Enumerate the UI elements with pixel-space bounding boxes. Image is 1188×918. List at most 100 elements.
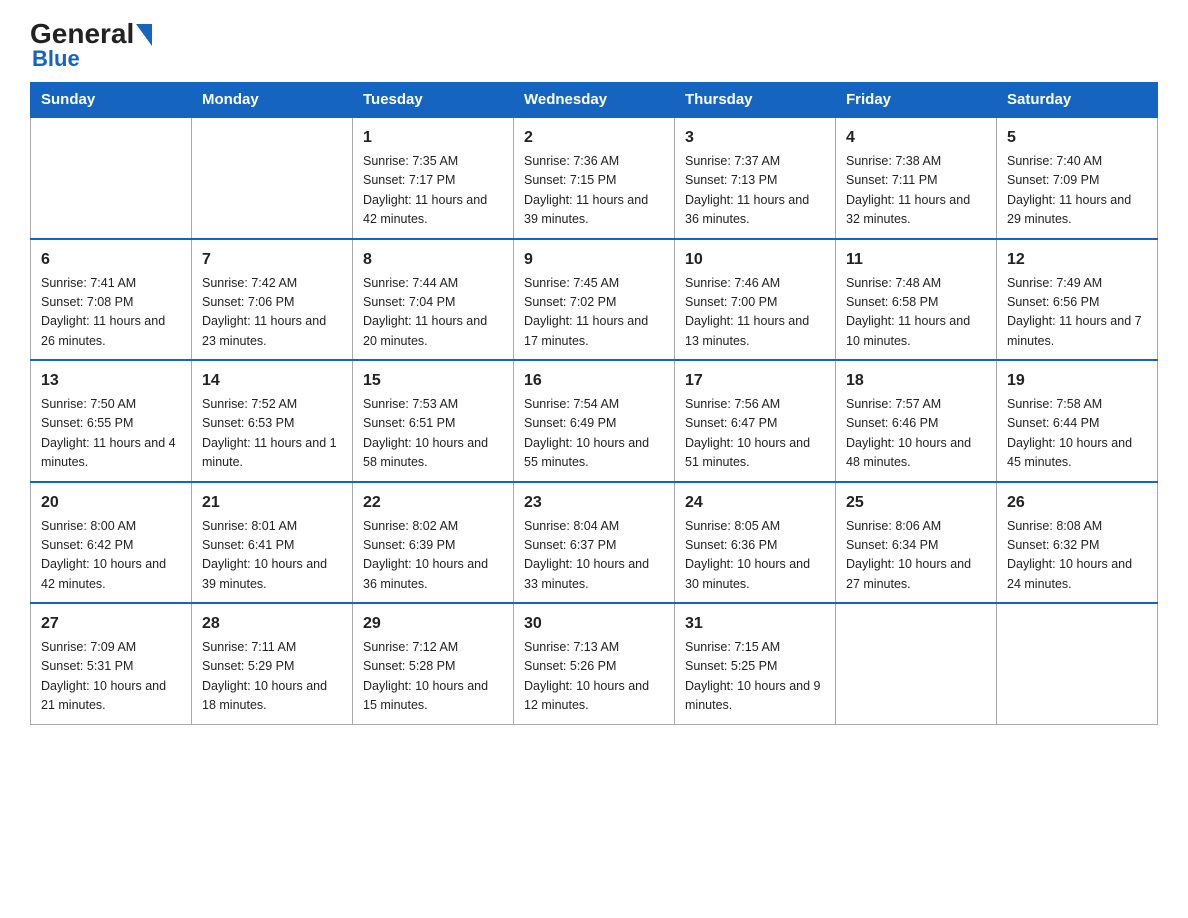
calendar-cell: 19Sunrise: 7:58 AM Sunset: 6:44 PM Dayli…: [997, 360, 1158, 482]
day-info: Sunrise: 7:11 AM Sunset: 5:29 PM Dayligh…: [202, 638, 342, 716]
day-info: Sunrise: 7:46 AM Sunset: 7:00 PM Dayligh…: [685, 274, 825, 352]
calendar-cell: 26Sunrise: 8:08 AM Sunset: 6:32 PM Dayli…: [997, 482, 1158, 604]
calendar-header-friday: Friday: [836, 83, 997, 118]
day-number: 13: [41, 369, 181, 393]
day-info: Sunrise: 7:40 AM Sunset: 7:09 PM Dayligh…: [1007, 152, 1147, 230]
calendar-cell: [31, 117, 192, 239]
calendar-week-row: 1Sunrise: 7:35 AM Sunset: 7:17 PM Daylig…: [31, 117, 1158, 239]
day-info: Sunrise: 7:45 AM Sunset: 7:02 PM Dayligh…: [524, 274, 664, 352]
day-info: Sunrise: 7:56 AM Sunset: 6:47 PM Dayligh…: [685, 395, 825, 473]
calendar-cell: 25Sunrise: 8:06 AM Sunset: 6:34 PM Dayli…: [836, 482, 997, 604]
calendar-table: SundayMondayTuesdayWednesdayThursdayFrid…: [30, 82, 1158, 725]
day-number: 8: [363, 248, 503, 272]
calendar-cell: 7Sunrise: 7:42 AM Sunset: 7:06 PM Daylig…: [192, 239, 353, 361]
calendar-week-row: 13Sunrise: 7:50 AM Sunset: 6:55 PM Dayli…: [31, 360, 1158, 482]
logo-text-blue: Blue: [30, 46, 80, 72]
calendar-cell: 16Sunrise: 7:54 AM Sunset: 6:49 PM Dayli…: [514, 360, 675, 482]
day-info: Sunrise: 8:04 AM Sunset: 6:37 PM Dayligh…: [524, 517, 664, 595]
day-info: Sunrise: 8:05 AM Sunset: 6:36 PM Dayligh…: [685, 517, 825, 595]
calendar-cell: 6Sunrise: 7:41 AM Sunset: 7:08 PM Daylig…: [31, 239, 192, 361]
calendar-week-row: 20Sunrise: 8:00 AM Sunset: 6:42 PM Dayli…: [31, 482, 1158, 604]
day-number: 3: [685, 126, 825, 150]
calendar-cell: 11Sunrise: 7:48 AM Sunset: 6:58 PM Dayli…: [836, 239, 997, 361]
calendar-cell: 15Sunrise: 7:53 AM Sunset: 6:51 PM Dayli…: [353, 360, 514, 482]
calendar-cell: 8Sunrise: 7:44 AM Sunset: 7:04 PM Daylig…: [353, 239, 514, 361]
calendar-week-row: 27Sunrise: 7:09 AM Sunset: 5:31 PM Dayli…: [31, 603, 1158, 724]
calendar-header-wednesday: Wednesday: [514, 83, 675, 118]
calendar-header-thursday: Thursday: [675, 83, 836, 118]
calendar-cell: 30Sunrise: 7:13 AM Sunset: 5:26 PM Dayli…: [514, 603, 675, 724]
day-number: 10: [685, 248, 825, 272]
day-number: 11: [846, 248, 986, 272]
calendar-cell: 24Sunrise: 8:05 AM Sunset: 6:36 PM Dayli…: [675, 482, 836, 604]
calendar-cell: 9Sunrise: 7:45 AM Sunset: 7:02 PM Daylig…: [514, 239, 675, 361]
calendar-cell: 27Sunrise: 7:09 AM Sunset: 5:31 PM Dayli…: [31, 603, 192, 724]
day-info: Sunrise: 7:58 AM Sunset: 6:44 PM Dayligh…: [1007, 395, 1147, 473]
day-number: 28: [202, 612, 342, 636]
day-info: Sunrise: 7:12 AM Sunset: 5:28 PM Dayligh…: [363, 638, 503, 716]
day-number: 9: [524, 248, 664, 272]
day-number: 27: [41, 612, 181, 636]
day-info: Sunrise: 7:41 AM Sunset: 7:08 PM Dayligh…: [41, 274, 181, 352]
day-number: 18: [846, 369, 986, 393]
day-info: Sunrise: 7:36 AM Sunset: 7:15 PM Dayligh…: [524, 152, 664, 230]
day-info: Sunrise: 7:54 AM Sunset: 6:49 PM Dayligh…: [524, 395, 664, 473]
calendar-cell: 23Sunrise: 8:04 AM Sunset: 6:37 PM Dayli…: [514, 482, 675, 604]
day-number: 19: [1007, 369, 1147, 393]
day-info: Sunrise: 7:44 AM Sunset: 7:04 PM Dayligh…: [363, 274, 503, 352]
day-number: 4: [846, 126, 986, 150]
day-info: Sunrise: 7:49 AM Sunset: 6:56 PM Dayligh…: [1007, 274, 1147, 352]
day-info: Sunrise: 7:50 AM Sunset: 6:55 PM Dayligh…: [41, 395, 181, 473]
calendar-cell: 1Sunrise: 7:35 AM Sunset: 7:17 PM Daylig…: [353, 117, 514, 239]
calendar-header-row: SundayMondayTuesdayWednesdayThursdayFrid…: [31, 83, 1158, 118]
logo: General Blue: [30, 20, 152, 72]
calendar-header-sunday: Sunday: [31, 83, 192, 118]
calendar-cell: 3Sunrise: 7:37 AM Sunset: 7:13 PM Daylig…: [675, 117, 836, 239]
day-number: 6: [41, 248, 181, 272]
day-info: Sunrise: 7:13 AM Sunset: 5:26 PM Dayligh…: [524, 638, 664, 716]
logo-arrow-icon: [136, 24, 152, 46]
day-info: Sunrise: 7:52 AM Sunset: 6:53 PM Dayligh…: [202, 395, 342, 473]
day-info: Sunrise: 7:42 AM Sunset: 7:06 PM Dayligh…: [202, 274, 342, 352]
day-info: Sunrise: 8:02 AM Sunset: 6:39 PM Dayligh…: [363, 517, 503, 595]
calendar-cell: 20Sunrise: 8:00 AM Sunset: 6:42 PM Dayli…: [31, 482, 192, 604]
calendar-cell: 22Sunrise: 8:02 AM Sunset: 6:39 PM Dayli…: [353, 482, 514, 604]
day-info: Sunrise: 7:38 AM Sunset: 7:11 PM Dayligh…: [846, 152, 986, 230]
calendar-cell: [997, 603, 1158, 724]
calendar-cell: [192, 117, 353, 239]
day-number: 30: [524, 612, 664, 636]
calendar-week-row: 6Sunrise: 7:41 AM Sunset: 7:08 PM Daylig…: [31, 239, 1158, 361]
day-info: Sunrise: 7:57 AM Sunset: 6:46 PM Dayligh…: [846, 395, 986, 473]
day-info: Sunrise: 7:37 AM Sunset: 7:13 PM Dayligh…: [685, 152, 825, 230]
day-number: 21: [202, 491, 342, 515]
logo-text-black: General: [30, 20, 134, 48]
calendar-header-tuesday: Tuesday: [353, 83, 514, 118]
day-number: 20: [41, 491, 181, 515]
calendar-cell: 4Sunrise: 7:38 AM Sunset: 7:11 PM Daylig…: [836, 117, 997, 239]
day-number: 5: [1007, 126, 1147, 150]
day-number: 23: [524, 491, 664, 515]
calendar-header-saturday: Saturday: [997, 83, 1158, 118]
calendar-cell: 17Sunrise: 7:56 AM Sunset: 6:47 PM Dayli…: [675, 360, 836, 482]
calendar-cell: 14Sunrise: 7:52 AM Sunset: 6:53 PM Dayli…: [192, 360, 353, 482]
calendar-cell: [836, 603, 997, 724]
day-info: Sunrise: 7:09 AM Sunset: 5:31 PM Dayligh…: [41, 638, 181, 716]
day-info: Sunrise: 8:00 AM Sunset: 6:42 PM Dayligh…: [41, 517, 181, 595]
day-number: 22: [363, 491, 503, 515]
day-number: 14: [202, 369, 342, 393]
day-info: Sunrise: 7:15 AM Sunset: 5:25 PM Dayligh…: [685, 638, 825, 716]
day-info: Sunrise: 8:08 AM Sunset: 6:32 PM Dayligh…: [1007, 517, 1147, 595]
day-number: 26: [1007, 491, 1147, 515]
day-number: 12: [1007, 248, 1147, 272]
day-number: 25: [846, 491, 986, 515]
day-info: Sunrise: 7:53 AM Sunset: 6:51 PM Dayligh…: [363, 395, 503, 473]
calendar-cell: 13Sunrise: 7:50 AM Sunset: 6:55 PM Dayli…: [31, 360, 192, 482]
day-info: Sunrise: 7:35 AM Sunset: 7:17 PM Dayligh…: [363, 152, 503, 230]
calendar-cell: 18Sunrise: 7:57 AM Sunset: 6:46 PM Dayli…: [836, 360, 997, 482]
day-info: Sunrise: 8:06 AM Sunset: 6:34 PM Dayligh…: [846, 517, 986, 595]
page-header: General Blue: [30, 20, 1158, 72]
day-number: 29: [363, 612, 503, 636]
day-number: 31: [685, 612, 825, 636]
day-number: 17: [685, 369, 825, 393]
day-number: 16: [524, 369, 664, 393]
